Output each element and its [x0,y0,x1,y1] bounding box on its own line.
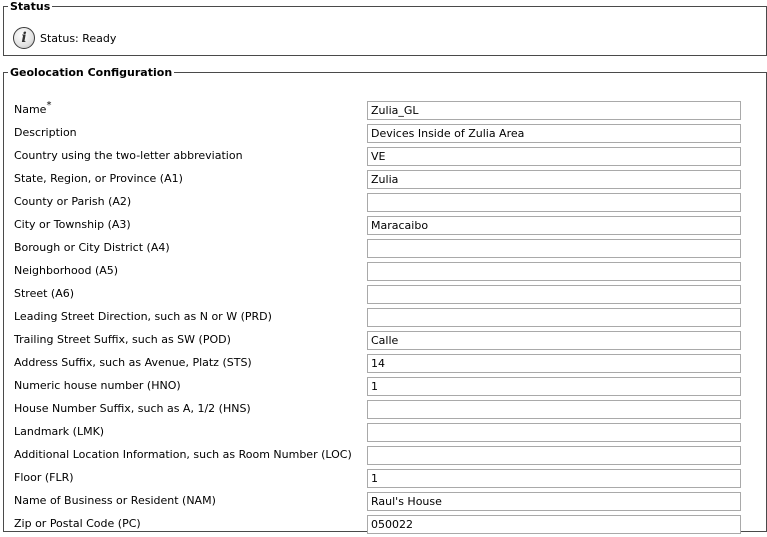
field-label-text: County or Parish (A2) [14,195,132,208]
geolocation-configuration-section: Geolocation Configuration Name* Descripti… [3,66,767,534]
county-or-parish-input[interactable] [367,193,741,212]
field-label-text: City or Township (A3) [14,218,131,231]
field-label-state-region-or-province: State, Region, or Province (A1) [14,172,183,185]
field-label-neighborhood: Neighborhood (A5) [14,264,118,277]
field-label-trailing-street-suffix-such-as-sw: Trailing Street Suffix, such as SW (POD) [14,333,231,346]
field-label-text: Country using the two-letter abbreviatio… [14,149,243,162]
landmark-input[interactable] [367,423,741,442]
leading-street-direction-such-as-n-or-w-input[interactable] [367,308,741,327]
street-input[interactable] [367,285,741,304]
field-label-text: Additional Location Information, such as… [14,448,352,461]
field-label-text: Neighborhood (A5) [14,264,119,277]
field-label-numeric-house-number: Numeric house number (HNO) [14,379,181,392]
field-label-text: Street (A6) [14,287,75,300]
field-label-text: Landmark (LMK) [14,425,105,438]
field-label-zip-or-postal-code: Zip or Postal Code (PC) [14,517,141,530]
field-label-county-or-parish: County or Parish (A2) [14,195,131,208]
city-or-township-input[interactable] [367,216,741,235]
field-label-text: Numeric house number (HNO) [14,379,181,392]
neighborhood-input[interactable] [367,262,741,281]
field-label-text: House Number Suffix, such as A, 1/2 (HNS… [14,402,251,415]
field-label-borough-or-city-district: Borough or City District (A4) [14,241,170,254]
field-label-floor: Floor (FLR) [14,471,74,484]
field-label-leading-street-direction-such-as-n-or-w: Leading Street Direction, such as N or W… [14,310,272,323]
field-label-text: State, Region, or Province (A1) [14,172,183,185]
additional-location-information-such-as-room-number-input[interactable] [367,446,741,465]
field-label-city-or-township: City or Township (A3) [14,218,131,231]
trailing-street-suffix-such-as-sw-input[interactable] [367,331,741,350]
field-label-address-suffix-such-as-avenue-platz: Address Suffix, such as Avenue, Platz (S… [14,356,252,369]
field-label-name: Name* [14,100,52,116]
status-section: Status i Status: Ready [3,0,767,56]
state-region-or-province-input[interactable] [367,170,741,189]
required-marker: * [46,100,52,111]
field-label-text: Floor (FLR) [14,471,74,484]
field-label-name-of-business-or-resident: Name of Business or Resident (NAM) [14,494,216,507]
field-label-additional-location-information-such-as-room-number: Additional Location Information, such as… [14,448,352,461]
field-label-text: Description [14,126,77,139]
floor-input[interactable] [367,469,741,488]
field-label-description: Description [14,126,77,139]
field-label-text: Address Suffix, such as Avenue, Platz (S… [14,356,252,369]
house-number-suffix-such-as-a-1-2-input[interactable] [367,400,741,419]
field-label-house-number-suffix-such-as-a-1-2: House Number Suffix, such as A, 1/2 (HNS… [14,402,251,415]
info-icon: i [13,27,35,49]
field-label-text: Borough or City District (A4) [14,241,170,254]
status-legend: Status [10,0,51,13]
field-label-landmark: Landmark (LMK) [14,425,104,438]
status-text: Status: Ready [40,31,117,45]
field-label-country-using-the-two-letter-abbreviation: Country using the two-letter abbreviatio… [14,149,243,162]
description-input[interactable] [367,124,741,143]
address-suffix-such-as-avenue-platz-input[interactable] [367,354,741,373]
zip-or-postal-code-input[interactable] [367,515,741,534]
geolocation-legend: Geolocation Configuration [10,66,173,79]
field-label-text: Zip or Postal Code (PC) [14,517,141,530]
field-label-text: Leading Street Direction, such as N or W… [14,310,272,323]
name-of-business-or-resident-input[interactable] [367,492,741,511]
field-label-text: Name of Business or Resident (NAM) [14,494,216,507]
field-label-street: Street (A6) [14,287,74,300]
status-row: i Status: Ready [13,27,116,49]
name-input[interactable] [367,101,741,120]
borough-or-city-district-input[interactable] [367,239,741,258]
numeric-house-number-input[interactable] [367,377,741,396]
field-label-text: Name [14,103,47,116]
country-using-the-two-letter-abbreviation-input[interactable] [367,147,741,166]
field-label-text: Trailing Street Suffix, such as SW (POD) [14,333,231,346]
